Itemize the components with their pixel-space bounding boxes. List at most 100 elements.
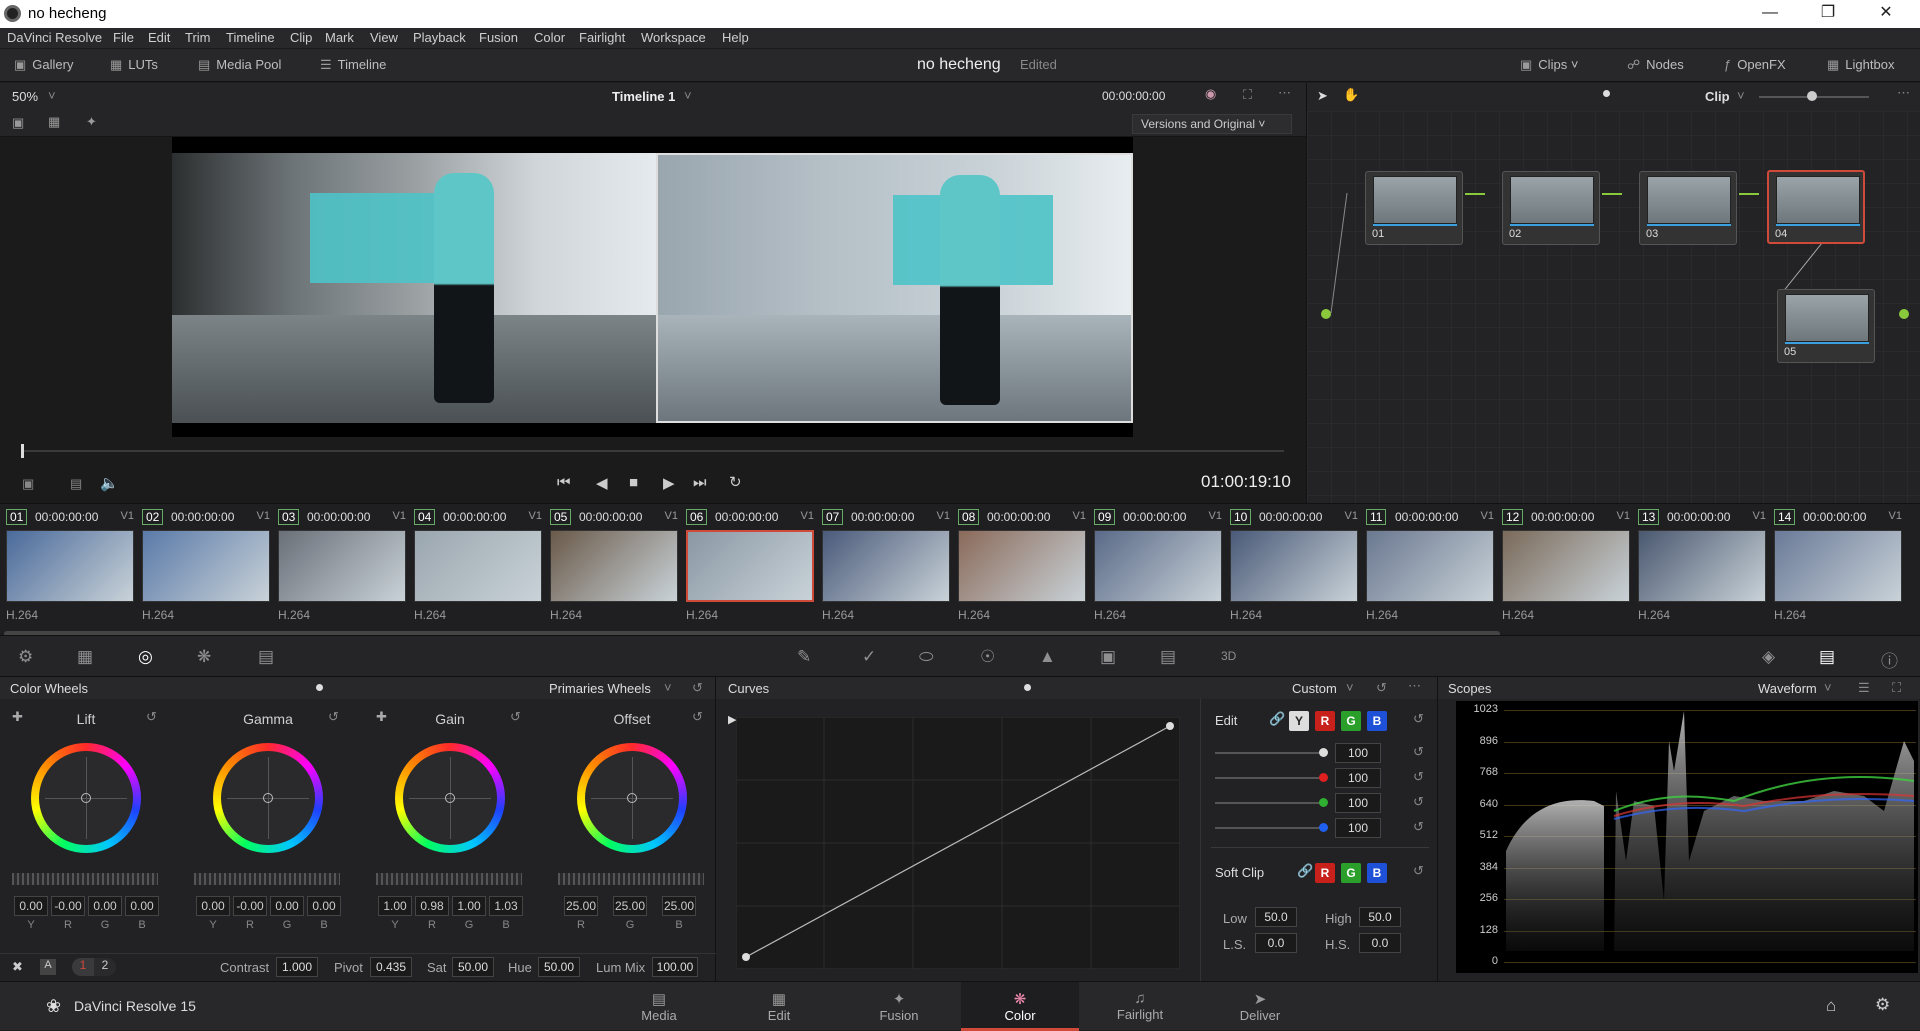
clip-thumbnail-item[interactable]: 14 00:00:00:00 V1 H.264 xyxy=(1770,504,1906,624)
channel-y-button[interactable]: Y xyxy=(1289,711,1309,731)
reset-icon[interactable]: ↺ xyxy=(692,709,703,725)
intensity-slider[interactable] xyxy=(1215,752,1325,754)
menu-clip[interactable]: Clip xyxy=(290,30,312,45)
key-icon[interactable]: ▣ xyxy=(1100,647,1116,667)
viewer-frame[interactable] xyxy=(172,137,1133,437)
wheel-value-field[interactable]: -0.00 xyxy=(233,896,267,916)
softclip-g-button[interactable]: G xyxy=(1341,863,1361,883)
wheel-value-field[interactable]: -0.00 xyxy=(51,896,85,916)
clip-thumbnail-item[interactable]: 11 00:00:00:00 V1 H.264 xyxy=(1362,504,1498,624)
clip-thumbnail-item[interactable]: 04 00:00:00:00 V1 H.264 xyxy=(410,504,546,624)
expand-icon[interactable]: ⛶ xyxy=(1892,680,1901,696)
node-04[interactable]: 04 xyxy=(1767,170,1865,244)
more-options-icon[interactable]: ⋯ xyxy=(1278,85,1291,101)
wheel-value-field[interactable]: 1.00 xyxy=(378,896,412,916)
info-icon[interactable]: ⓘ xyxy=(1881,647,1898,672)
reset-icon[interactable]: ↺ xyxy=(146,709,157,725)
clip-thumbnail-item[interactable]: 03 00:00:00:00 V1 H.264 xyxy=(274,504,410,624)
stop-icon[interactable]: ■ xyxy=(629,474,638,491)
reset-icon[interactable]: ↺ xyxy=(1413,744,1424,760)
wheel-value-field[interactable]: 25.00 xyxy=(613,896,647,916)
wheel-value-field[interactable]: 0.00 xyxy=(14,896,48,916)
deliver-page-tab[interactable]: ➤ Deliver xyxy=(1201,982,1319,1031)
loop-icon[interactable]: ↻ xyxy=(729,473,742,491)
reset-icon[interactable]: ↺ xyxy=(1413,769,1424,785)
link-icon[interactable]: 🔗 xyxy=(1297,863,1313,879)
wheel-value-field[interactable]: 0.00 xyxy=(270,896,304,916)
minimize-icon[interactable]: — xyxy=(1742,0,1798,28)
more-options-icon[interactable]: ⋯ xyxy=(1408,678,1421,694)
wheel-value-field[interactable]: 0.00 xyxy=(88,896,122,916)
channel-r-button[interactable]: R xyxy=(1315,711,1335,731)
color-wheel[interactable] xyxy=(31,743,141,853)
menu-help[interactable]: Help xyxy=(722,30,749,45)
play-icon[interactable]: ▶ xyxy=(663,474,675,492)
intensity-field[interactable]: 100 xyxy=(1335,743,1381,763)
pivot-field[interactable]: 0.435 xyxy=(370,957,412,977)
motion-effects-icon[interactable]: ▤ xyxy=(258,647,274,667)
auto-balance-icon[interactable]: A xyxy=(40,959,56,975)
reset-icon[interactable]: ↺ xyxy=(1413,819,1424,835)
node-05[interactable]: 05 xyxy=(1777,289,1875,363)
channel-g-button[interactable]: G xyxy=(1341,711,1361,731)
node-editor[interactable]: ➤ ✋ Clip ˅ ⋯ 01 02 03 04 05 xyxy=(1306,83,1920,503)
sizing-icon[interactable]: ▤ xyxy=(1160,647,1176,667)
clips-button[interactable]: ▣ Clips ˅ xyxy=(1520,57,1578,73)
playhead[interactable] xyxy=(21,444,24,458)
menu-workspace[interactable]: Workspace xyxy=(641,30,706,45)
color-match-icon[interactable]: ▦ xyxy=(77,647,93,667)
menu-fairlight[interactable]: Fairlight xyxy=(579,30,625,45)
wheel-value-field[interactable]: 0.98 xyxy=(415,896,449,916)
reset-icon[interactable]: ↺ xyxy=(1413,863,1424,879)
chevron-down-icon[interactable]: ˅ xyxy=(684,88,692,103)
menu-edit[interactable]: Edit xyxy=(148,30,170,45)
menu-color[interactable]: Color xyxy=(534,30,565,45)
reset-icon[interactable]: ↺ xyxy=(692,680,703,696)
media-page-tab[interactable]: ▤ Media xyxy=(600,982,718,1031)
menu-trim[interactable]: Trim xyxy=(185,30,211,45)
scope-mode-dropdown[interactable]: Waveform xyxy=(1758,681,1817,696)
link-icon[interactable]: 🔗 xyxy=(1269,711,1285,727)
wheel-value-field[interactable]: 0.00 xyxy=(307,896,341,916)
intensity-slider-handle[interactable] xyxy=(1319,773,1328,782)
clip-thumbnail-item[interactable]: 12 00:00:00:00 V1 H.264 xyxy=(1498,504,1634,624)
3d-icon[interactable]: 3D xyxy=(1221,649,1236,663)
luts-button[interactable]: ▦ LUTs xyxy=(110,57,158,73)
picker-icon[interactable]: ✚ xyxy=(12,709,23,725)
menu-timeline[interactable]: Timeline xyxy=(226,30,275,45)
gallery-button[interactable]: ▣ Gallery xyxy=(14,57,73,73)
menu-mark[interactable]: Mark xyxy=(325,30,354,45)
intensity-slider[interactable] xyxy=(1215,802,1325,804)
layers-icon[interactable]: ▤ xyxy=(70,476,82,492)
close-icon[interactable]: ✕ xyxy=(1858,0,1914,28)
clip-thumbnail-item[interactable]: 06 00:00:00:00 V1 H.264 xyxy=(682,504,818,624)
viewer-timecode[interactable]: 00:00:00:00 xyxy=(1102,89,1165,103)
node-01[interactable]: 01 xyxy=(1365,171,1463,245)
color-wheels-icon[interactable]: ◎ xyxy=(138,647,153,667)
intensity-slider-handle[interactable] xyxy=(1319,798,1328,807)
ls-field[interactable]: 0.0 xyxy=(1255,933,1297,953)
wheel-value-field[interactable]: 1.00 xyxy=(452,896,486,916)
softclip-b-button[interactable]: B xyxy=(1367,863,1387,883)
viewer-mode-icon[interactable]: ▣ xyxy=(22,476,34,492)
reset-icon[interactable]: ↺ xyxy=(1413,794,1424,810)
timeline-name-dropdown[interactable]: Timeline 1 xyxy=(612,89,675,104)
wheel-value-field[interactable]: 25.00 xyxy=(564,896,598,916)
reset-icon[interactable]: ↺ xyxy=(328,709,339,725)
wheel-value-field[interactable]: 0.00 xyxy=(196,896,230,916)
window-icon[interactable]: ⬭ xyxy=(919,647,934,667)
softclip-r-button[interactable]: R xyxy=(1315,863,1335,883)
curves-mode-dropdown[interactable]: Custom xyxy=(1292,681,1337,696)
master-wheel-slider[interactable] xyxy=(194,873,340,885)
intensity-field[interactable]: 100 xyxy=(1335,768,1381,788)
qualifier-icon[interactable]: ✓ xyxy=(862,647,876,667)
chevron-down-icon[interactable]: ˅ xyxy=(664,680,672,695)
step-back-icon[interactable]: ◀ xyxy=(596,474,608,492)
zoom-dropdown[interactable]: 50% xyxy=(12,89,38,104)
sat-field[interactable]: 50.00 xyxy=(452,957,494,977)
blur-icon[interactable]: ▲ xyxy=(1039,647,1056,667)
page-dot[interactable] xyxy=(1024,684,1031,691)
chevron-down-icon[interactable]: ˅ xyxy=(48,88,56,103)
color-page-tab[interactable]: ❋ Color xyxy=(961,982,1079,1031)
magic-wand-icon[interactable]: ✦ xyxy=(86,114,97,130)
